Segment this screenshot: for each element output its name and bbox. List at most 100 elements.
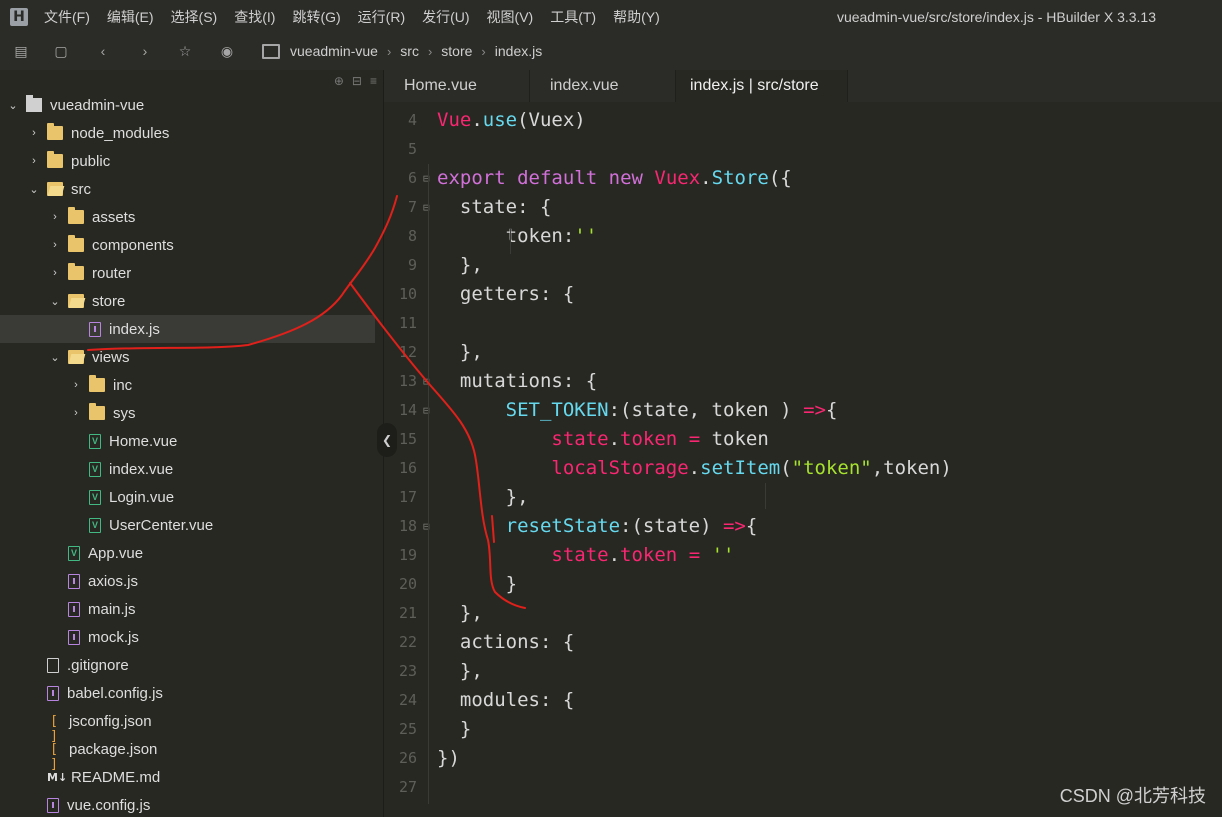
folder-icon — [89, 375, 105, 392]
project-explorer: ⊕ ⊟ ≡ ⌄ vueadmin-vue › node_modules › public ⌄… — [0, 70, 384, 817]
tree-item[interactable]: › public — [0, 147, 375, 175]
tree-item[interactable]: [ ] jsconfig.json — [0, 707, 375, 744]
code-line: 4 Vue.use(Vuex) — [384, 106, 1222, 135]
editor-tab[interactable]: index.js | src/store — [676, 70, 848, 102]
editor-tab[interactable]: index.vue — [530, 70, 676, 102]
tree-item[interactable]: axios.js — [0, 567, 375, 595]
menu-item[interactable]: 工具(T) — [550, 7, 596, 27]
menu-item[interactable]: 文件(F) — [44, 7, 90, 27]
line-number: 17 — [398, 488, 417, 506]
chevron-right-icon[interactable]: › — [71, 379, 81, 391]
breadcrumb-item[interactable]: store — [441, 43, 472, 59]
breadcrumb-item[interactable]: src — [400, 43, 419, 59]
menu-item[interactable]: 跳转(G) — [292, 7, 340, 27]
tree-item[interactable]: mock.js — [0, 623, 375, 651]
tree-item[interactable]: › router — [0, 259, 375, 287]
code-token: mutations: { — [437, 370, 598, 392]
collapse-all-icon[interactable]: ⊟ — [352, 74, 362, 88]
menu-item[interactable]: 发行(U) — [422, 7, 469, 27]
new-file-icon[interactable]: ▤ — [12, 42, 30, 60]
line-number: 20 — [398, 575, 417, 593]
chevron-right-icon: › — [427, 43, 433, 59]
watermark: CSDN @北芳科技 — [1059, 786, 1206, 806]
code-token: token: — [437, 225, 575, 247]
menu-item[interactable]: 选择(S) — [171, 7, 218, 27]
code-token: token — [620, 544, 678, 566]
locate-icon[interactable]: ⊕ — [334, 74, 344, 88]
chevron-right-icon[interactable]: › — [71, 407, 81, 419]
chevron-right-icon[interactable]: › — [50, 267, 60, 279]
file-vue-icon: V — [89, 489, 101, 505]
tree-item-label: assets — [92, 208, 136, 226]
folder-icon — [68, 235, 84, 252]
file-vue-icon: V — [89, 461, 101, 477]
tree-item[interactable]: babel.config.js — [0, 679, 375, 707]
tree-item-label: jsconfig.json — [69, 712, 152, 730]
tree-item[interactable]: index.js — [0, 315, 375, 343]
tree-item[interactable]: ⌄ vueadmin-vue — [0, 91, 375, 119]
tree-item-label: vueadmin-vue — [50, 96, 145, 114]
chevron-right-icon[interactable]: › — [50, 239, 60, 251]
tree-item[interactable]: V App.vue — [0, 539, 375, 567]
tree-item-label: App.vue — [88, 544, 144, 562]
code-token: setItem — [700, 457, 781, 479]
tree-item[interactable]: V UserCenter.vue — [0, 511, 375, 539]
tree-item-label: vue.config.js — [67, 796, 151, 814]
menu-item[interactable]: 帮助(Y) — [613, 7, 660, 27]
menu-item[interactable]: 查找(I) — [234, 7, 275, 27]
code-token: '' — [574, 225, 598, 247]
menu-icon[interactable]: ≡ — [370, 74, 377, 88]
file-js-icon — [68, 573, 80, 589]
run-icon[interactable]: ◉ — [218, 42, 236, 60]
tree-item[interactable]: ⌄ views — [0, 343, 375, 371]
code-token: Store — [711, 167, 769, 189]
tree-item[interactable]: ⌄ src — [0, 175, 375, 203]
chevron-right-icon[interactable]: › — [29, 155, 39, 167]
forward-icon[interactable]: › — [136, 42, 154, 60]
tree-item[interactable]: › assets — [0, 203, 375, 231]
code-token: :(state, token ) — [608, 399, 804, 421]
collapse-sidebar-button[interactable]: ❮ — [377, 423, 397, 457]
code-token: export — [437, 167, 506, 189]
folder-icon — [47, 123, 63, 140]
breadcrumb-item[interactable]: index.js — [495, 43, 542, 59]
tree-item[interactable]: main.js — [0, 595, 375, 623]
tree-item[interactable]: Vindex.vue — [0, 455, 375, 483]
chevron-down-icon[interactable]: ⌄ — [50, 295, 60, 308]
star-icon[interactable]: ☆ — [176, 42, 194, 60]
code-line: 23 }, — [384, 657, 1222, 686]
code-line: 24 modules: { — [384, 686, 1222, 715]
tree-item[interactable]: V Login.vue — [0, 483, 375, 511]
line-number: 9 — [407, 256, 417, 274]
tree-item[interactable]: ⌄ store — [0, 287, 375, 315]
chevron-right-icon[interactable]: › — [50, 211, 60, 223]
chevron-down-icon[interactable]: ⌄ — [29, 183, 39, 196]
editor-tab[interactable]: Home.vue — [384, 70, 530, 102]
tree-item[interactable]: .gitignore — [0, 651, 375, 679]
tree-item[interactable]: [ ] package.json — [0, 735, 375, 772]
code-line: 5 — [384, 135, 1222, 164]
tree-item[interactable]: › node_modules — [0, 119, 375, 147]
menu-item[interactable]: 视图(V) — [487, 7, 534, 27]
tree-item[interactable]: › sys — [0, 399, 375, 427]
tree-item[interactable]: vue.config.js — [0, 791, 375, 817]
code-editor[interactable]: 4 Vue.use(Vuex) 5 6 ⊟ export default new Vuex… — [384, 102, 1222, 817]
code-line: 6 ⊟ export default new Vuex.Store({ — [384, 164, 1222, 193]
menu-item[interactable]: 运行(R) — [358, 7, 405, 27]
tree-item[interactable]: V Home.vue — [0, 427, 375, 455]
chevron-down-icon[interactable]: ⌄ — [8, 99, 18, 112]
code-token: }, — [437, 486, 529, 508]
code-token: state — [551, 544, 609, 566]
back-icon[interactable]: ‹ — [94, 42, 112, 60]
save-icon[interactable]: ▢ — [52, 42, 70, 60]
tree-item[interactable]: › inc — [0, 371, 375, 399]
chevron-right-icon[interactable]: › — [29, 127, 39, 139]
breadcrumb-item[interactable]: vueadmin-vue — [290, 43, 378, 59]
tree-item[interactable]: › components — [0, 231, 375, 259]
code-text: }, — [437, 483, 529, 512]
chevron-down-icon[interactable]: ⌄ — [50, 351, 60, 364]
tree-item[interactable]: M↓ README.md — [0, 763, 375, 791]
code-token: new — [608, 167, 643, 189]
menu-item[interactable]: 编辑(E) — [107, 7, 154, 27]
